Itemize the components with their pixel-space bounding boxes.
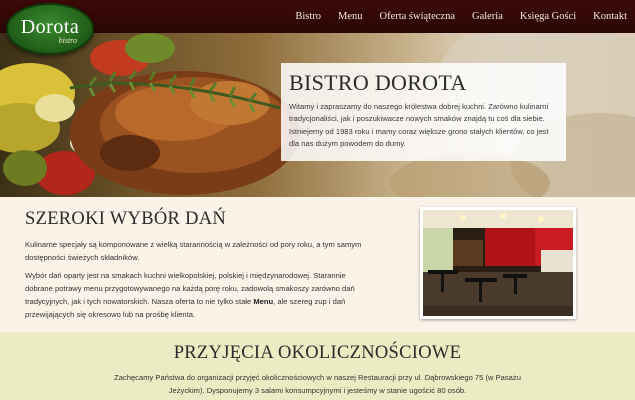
logo-subtitle: bistro — [58, 36, 77, 45]
interior-illustration — [423, 210, 573, 316]
restaurant-interior-photo[interactable] — [420, 207, 576, 319]
events-section-title: PRZYJĘCIA OKOLICZNOŚCIOWE — [173, 343, 462, 363]
menu-link[interactable]: Menu — [253, 297, 273, 306]
interior-image — [423, 210, 573, 316]
logo-name: Dorota — [20, 16, 80, 38]
hero-banner: BISTRO DOROTA Witamy i zapraszamy do nas… — [0, 33, 635, 197]
dishes-section: SZEROKI WYBÓR DAŃ Kulinarne specjały są … — [0, 197, 635, 332]
dishes-section-title: SZEROKI WYBÓR DAŃ — [25, 209, 227, 229]
main-nav: Bistro Menu Oferta świąteczna Galeria Ks… — [295, 0, 627, 33]
events-section: PRZYJĘCIA OKOLICZNOŚCIOWE Zachęcamy Pańs… — [0, 332, 635, 400]
nav-item-galeria[interactable]: Galeria — [472, 11, 503, 22]
events-section-text: Zachęcamy Państwa do organizacji przyjęć… — [114, 373, 521, 395]
nav-item-menu[interactable]: Menu — [338, 11, 363, 22]
hero-intro-box: BISTRO DOROTA Witamy i zapraszamy do nas… — [281, 63, 566, 161]
site-logo[interactable]: Dorota bistro — [6, 3, 94, 55]
hero-title: BISTRO DOROTA — [289, 70, 467, 95]
nav-item-oferta-swiateczna[interactable]: Oferta świąteczna — [379, 11, 455, 22]
top-navigation-bar: Bistro Menu Oferta świąteczna Galeria Ks… — [0, 0, 635, 33]
nav-item-bistro[interactable]: Bistro — [295, 11, 321, 22]
hero-text: Witamy i zapraszamy do naszego królestwa… — [289, 102, 549, 148]
nav-item-kontakt[interactable]: Kontakt — [593, 11, 627, 22]
nav-item-ksiega-gosci[interactable]: Księga Gości — [520, 11, 576, 22]
dishes-paragraph-2: Wybór dań oparty jest na smakach kuchni … — [25, 269, 365, 321]
dishes-paragraph-1: Kulinarne specjały są komponowane z wiel… — [25, 240, 362, 262]
